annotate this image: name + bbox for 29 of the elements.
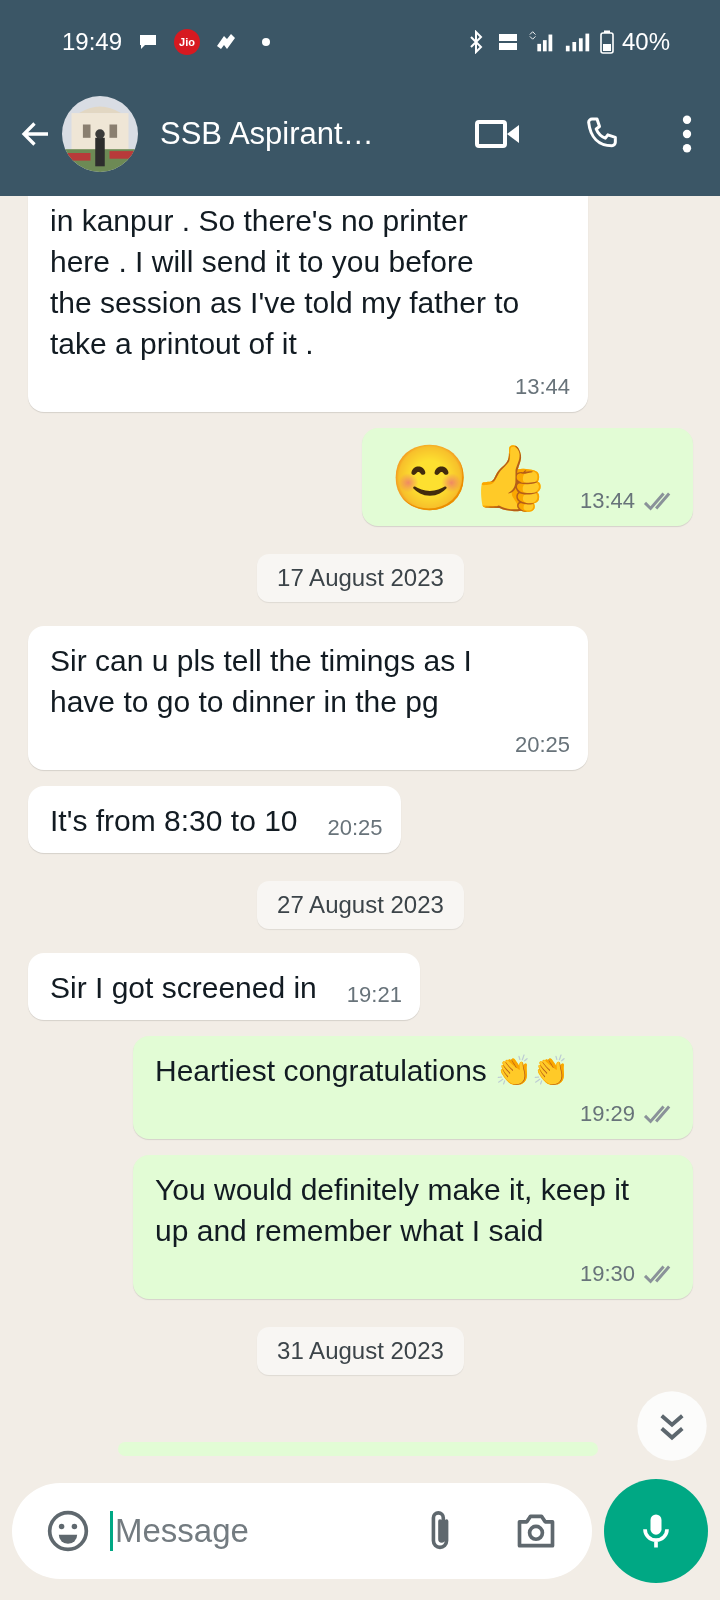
- timestamp: 20:25: [514, 732, 570, 758]
- message-bubble[interactable]: Sir I got screened in 19:21: [28, 953, 420, 1020]
- message-text: It's from 8:30 to 10: [50, 803, 298, 839]
- timestamp: 13:44: [579, 488, 635, 514]
- date-label: 31 August 2023: [257, 1327, 464, 1375]
- message-bubble[interactable]: It's from 8:30 to 10 20:25: [28, 786, 401, 853]
- message-bubble[interactable]: You would definitely make it, keep it up and remember what I said 19:30: [133, 1155, 693, 1299]
- message-text: in kanpur . So there's no printer here . I will send it to you before the session as I've told my father to take a printout of it .: [50, 203, 520, 362]
- message-bubble[interactable]: in kanpur . So there's no printer here . I will send it to you before the session as I've told my father to take a printout of it . 13:44: [28, 196, 588, 412]
- date-label: 17 August 2023: [257, 554, 464, 602]
- timestamp: 19:29: [579, 1101, 635, 1127]
- emoji-text: 😊👍: [389, 442, 550, 514]
- chat-title[interactable]: SSB Aspirant…: [160, 116, 474, 152]
- clock: 19:49: [62, 28, 123, 56]
- message-bubble[interactable]: Heartiest congratulations 👏👏 19:29: [133, 1036, 693, 1139]
- message-bubble[interactable]: 😊👍 13:44: [361, 428, 693, 526]
- timestamp: 19:21: [346, 982, 402, 1008]
- message-text: Sir I got screened in: [50, 970, 317, 1006]
- message-text: Heartiest congratulations 👏👏: [155, 1053, 570, 1089]
- message-text: Sir can u pls tell the timings as I have to go to dinner in the pg: [50, 643, 473, 720]
- date-label: 27 August 2023: [257, 881, 464, 929]
- message-input[interactable]: Message: [110, 1511, 406, 1551]
- message-text: You would definitely make it, keep it up and remember what I said: [155, 1172, 631, 1249]
- timestamp: 20:25: [327, 815, 383, 841]
- battery-level: 40%: [621, 28, 670, 56]
- message-bubble[interactable]: Sir can u pls tell the timings as I have to go to dinner in the pg 20:25: [28, 626, 588, 770]
- timestamp: 19:30: [579, 1261, 635, 1287]
- timestamp: 13:44: [514, 374, 570, 400]
- carrier-badge: Jio: [174, 29, 201, 55]
